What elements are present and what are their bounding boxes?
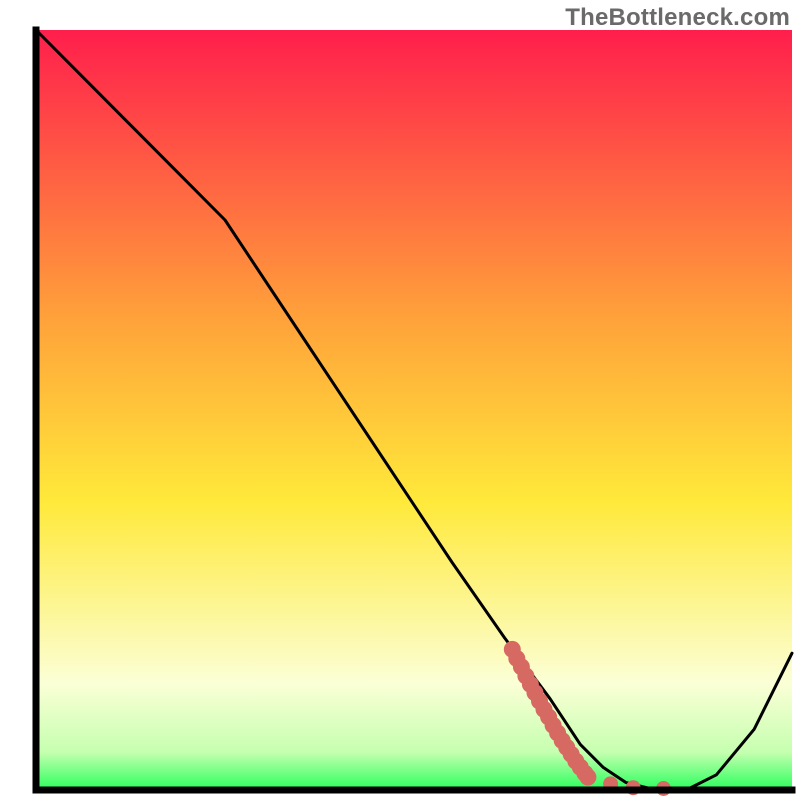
bottleneck-chart: TheBottleneck.com (0, 0, 800, 800)
watermark-text: TheBottleneck.com (565, 4, 790, 32)
highlight-dot (579, 769, 596, 786)
chart-canvas (0, 0, 800, 800)
